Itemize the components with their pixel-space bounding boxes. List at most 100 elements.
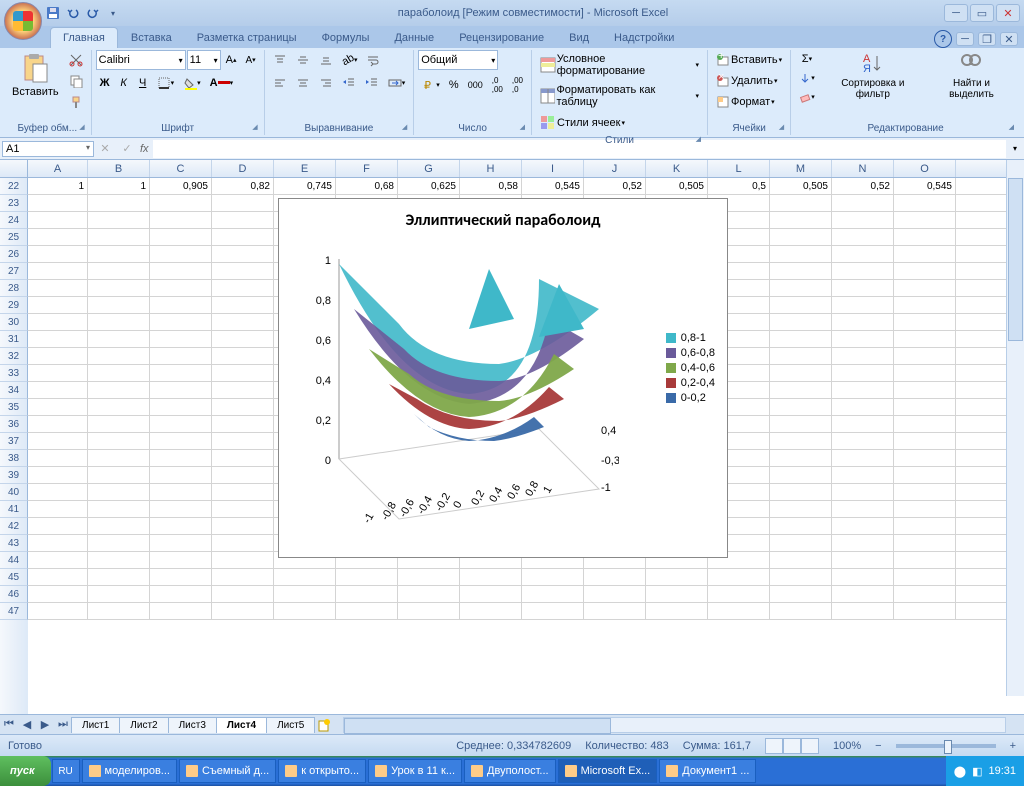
clear-button[interactable]: ▾ (795, 88, 819, 106)
font-size-combo[interactable]: ▾ (187, 50, 221, 70)
cell-area[interactable]: 110,9050,820,7450,680,6250,580,5450,520,… (28, 178, 1024, 714)
cell[interactable] (832, 433, 894, 449)
row-header[interactable]: 39 (0, 467, 28, 484)
row-header[interactable]: 22 (0, 178, 28, 195)
cell[interactable]: 0,545 (894, 178, 956, 194)
align-left-button[interactable] (269, 73, 291, 93)
row-header[interactable]: 44 (0, 552, 28, 569)
horizontal-scrollbar[interactable] (343, 717, 1006, 733)
cell[interactable] (832, 586, 894, 602)
cell[interactable] (832, 569, 894, 585)
cell[interactable] (398, 569, 460, 585)
shrink-font-button[interactable]: A▾ (242, 51, 260, 69)
cell[interactable] (894, 314, 956, 330)
cell[interactable]: 0,505 (646, 178, 708, 194)
wrap-text-button[interactable] (362, 50, 384, 70)
cell[interactable] (894, 569, 956, 585)
cell[interactable]: 0,545 (522, 178, 584, 194)
embedded-chart[interactable]: Эллиптический параболоид 1 0,8 0,6 0,4 0… (278, 198, 728, 558)
cell[interactable] (28, 263, 88, 279)
cell[interactable] (584, 603, 646, 619)
cell[interactable] (150, 518, 212, 534)
cell[interactable] (770, 297, 832, 313)
cell[interactable] (212, 314, 274, 330)
cell[interactable] (770, 365, 832, 381)
column-header[interactable]: H (460, 160, 522, 177)
row-header[interactable]: 41 (0, 501, 28, 518)
maximize-button[interactable]: ▭ (970, 4, 994, 22)
cell[interactable] (832, 603, 894, 619)
insert-cells-button[interactable]: +Вставить▾ (712, 50, 786, 70)
cell[interactable] (88, 603, 150, 619)
italic-button[interactable]: К (115, 74, 133, 92)
taskbar-item[interactable]: к открыто... (278, 759, 366, 783)
cell[interactable] (770, 518, 832, 534)
prev-sheet-button[interactable]: ◀ (18, 716, 36, 734)
row-header[interactable]: 24 (0, 212, 28, 229)
page-layout-view-button[interactable] (783, 738, 801, 754)
cell[interactable] (708, 586, 770, 602)
expand-formula-bar-button[interactable]: ▾ (1006, 140, 1024, 158)
cell[interactable] (88, 229, 150, 245)
cell[interactable] (150, 314, 212, 330)
align-top-button[interactable] (269, 50, 291, 70)
tab-home[interactable]: Главная (50, 27, 118, 48)
cell[interactable] (88, 433, 150, 449)
cell[interactable] (646, 586, 708, 602)
cell[interactable] (88, 399, 150, 415)
tab-formulas[interactable]: Формулы (310, 28, 382, 48)
cell[interactable] (708, 569, 770, 585)
column-header[interactable]: L (708, 160, 770, 177)
cell[interactable] (28, 280, 88, 296)
cell[interactable] (150, 535, 212, 551)
number-format-combo[interactable]: Общий▾ (418, 50, 498, 70)
cell[interactable] (28, 195, 88, 211)
cell[interactable] (88, 586, 150, 602)
column-header[interactable]: B (88, 160, 150, 177)
cell[interactable] (708, 603, 770, 619)
cell-styles-button[interactable]: Стили ячеек▾ (536, 112, 629, 134)
cell[interactable] (150, 297, 212, 313)
cell[interactable] (832, 518, 894, 534)
language-indicator[interactable]: RU (52, 759, 80, 783)
cell[interactable]: 0,505 (770, 178, 832, 194)
row-header[interactable]: 33 (0, 365, 28, 382)
cell[interactable] (894, 467, 956, 483)
percent-button[interactable]: % (445, 76, 463, 94)
cell[interactable] (460, 586, 522, 602)
cancel-formula-button[interactable]: ✕ (96, 139, 114, 158)
cell[interactable] (212, 518, 274, 534)
cell[interactable] (770, 433, 832, 449)
cell[interactable] (894, 586, 956, 602)
cell[interactable] (336, 569, 398, 585)
cell[interactable] (88, 569, 150, 585)
cell[interactable] (770, 348, 832, 364)
decrease-indent-button[interactable] (338, 73, 360, 93)
cell[interactable] (770, 212, 832, 228)
cell[interactable] (894, 399, 956, 415)
align-bottom-button[interactable] (315, 50, 337, 70)
cell[interactable] (832, 297, 894, 313)
column-header[interactable]: F (336, 160, 398, 177)
conditional-formatting-button[interactable]: Условное форматирование▾ (536, 50, 703, 80)
row-header[interactable]: 34 (0, 382, 28, 399)
page-break-view-button[interactable] (801, 738, 819, 754)
cell[interactable] (770, 467, 832, 483)
cell[interactable] (28, 297, 88, 313)
tab-data[interactable]: Данные (382, 28, 446, 48)
cell[interactable] (88, 280, 150, 296)
cell[interactable] (212, 399, 274, 415)
cell[interactable]: 0,58 (460, 178, 522, 194)
cell[interactable] (212, 212, 274, 228)
cell[interactable] (150, 569, 212, 585)
cell[interactable] (150, 552, 212, 568)
format-as-table-button[interactable]: Форматировать как таблицу▾ (536, 81, 703, 111)
row-header[interactable]: 26 (0, 246, 28, 263)
clock[interactable]: 19:31 (988, 765, 1016, 777)
tab-addins[interactable]: Надстройки (602, 28, 686, 48)
cell[interactable] (150, 433, 212, 449)
fill-color-button[interactable]: ▾ (179, 73, 205, 93)
orientation-button[interactable]: ab▾ (338, 51, 362, 69)
cell[interactable] (770, 263, 832, 279)
cell[interactable] (832, 450, 894, 466)
